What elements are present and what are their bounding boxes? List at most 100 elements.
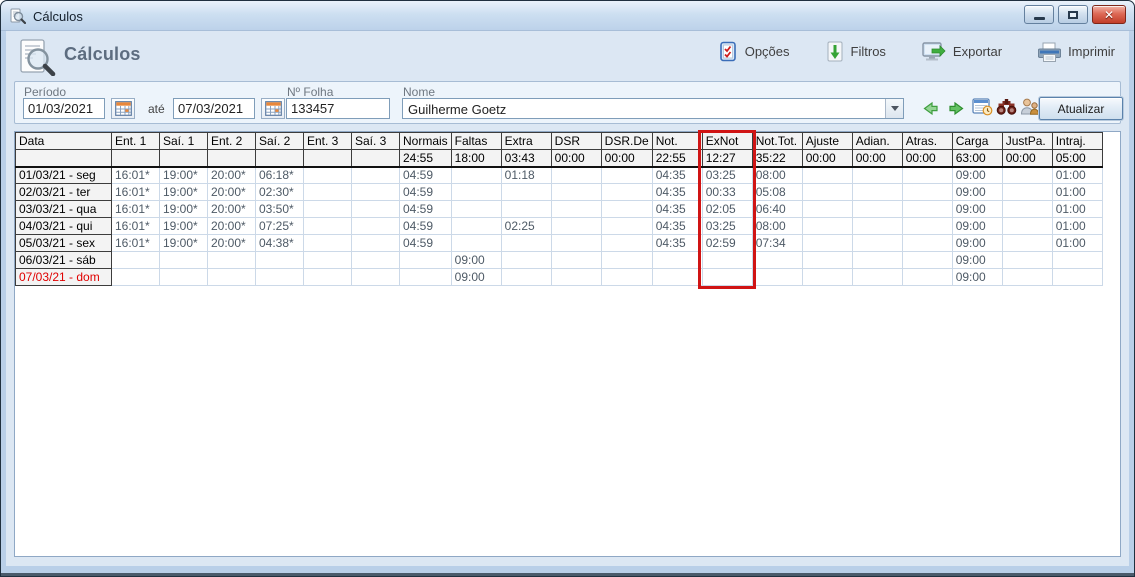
grid-cell[interactable]: 09:00 [952,269,1002,286]
grid-cell[interactable] [451,201,501,218]
minimize-button[interactable] [1024,5,1054,24]
date-to-calendar-button[interactable] [261,98,285,119]
grid-cell[interactable]: 06:40 [752,201,802,218]
grid-cell[interactable]: 08:00 [752,218,802,235]
grid-cell[interactable] [112,269,160,286]
grid-cell[interactable] [601,235,652,252]
grid-cell[interactable]: 19:00* [160,218,208,235]
grid-cell[interactable]: 03:25 [702,167,752,184]
grid-cell[interactable]: 01:00 [1052,184,1102,201]
date-cell[interactable]: 01/03/21 - seg [16,167,112,184]
grid-cell[interactable]: 08:00 [752,167,802,184]
grid-cell[interactable] [304,269,352,286]
grid-cell[interactable] [802,201,852,218]
date-cell[interactable]: 04/03/21 - qui [16,218,112,235]
grid-cell[interactable] [902,167,952,184]
date-from-calendar-button[interactable] [111,98,135,119]
grid-cell[interactable] [551,184,601,201]
grid-cell[interactable] [1002,269,1052,286]
grid-cell[interactable] [551,218,601,235]
grid-cell[interactable]: 09:00 [952,201,1002,218]
folha-input[interactable] [286,98,390,119]
grid-cell[interactable]: 19:00* [160,167,208,184]
grid-cell[interactable]: 09:00 [451,269,501,286]
grid-cell[interactable] [852,218,902,235]
grid-cell[interactable] [702,252,752,269]
grid-cell[interactable] [352,184,400,201]
grid-cell[interactable] [551,252,601,269]
grid-cell[interactable] [501,269,551,286]
grid-cell[interactable] [400,269,452,286]
grid-cell[interactable]: 09:00 [952,252,1002,269]
grid-cell[interactable]: 04:38* [256,235,304,252]
grid-cell[interactable] [352,235,400,252]
grid-cell[interactable] [802,235,852,252]
grid-cell[interactable] [1002,218,1052,235]
grid-cell[interactable]: 01:00 [1052,235,1102,252]
nome-combobox[interactable]: Guilherme Goetz [402,98,904,119]
grid-cell[interactable]: 02:30* [256,184,304,201]
grid-cell[interactable] [551,167,601,184]
grid-cell[interactable] [352,218,400,235]
grid-cell[interactable] [601,252,652,269]
grid-cell[interactable]: 16:01* [112,167,160,184]
grid-cell[interactable]: 01:18 [501,167,551,184]
grid-cell[interactable] [601,167,652,184]
grid-cell[interactable] [451,218,501,235]
filtros-button[interactable]: Filtros [826,41,886,62]
grid-cell[interactable] [852,252,902,269]
imprimir-button[interactable]: Imprimir [1038,42,1115,62]
grid-cell[interactable] [902,235,952,252]
grid-cell[interactable] [451,235,501,252]
grid-cell[interactable] [352,269,400,286]
grid-cell[interactable] [352,252,400,269]
grid-cell[interactable] [208,269,256,286]
exportar-button[interactable]: Exportar [922,41,1002,62]
grid-cell[interactable] [352,167,400,184]
grid-cell[interactable] [352,201,400,218]
grid-cell[interactable] [304,201,352,218]
grid-cell[interactable]: 19:00* [160,235,208,252]
schedule-card-button[interactable] [972,97,993,116]
grid-cell[interactable]: 20:00* [208,201,256,218]
close-button[interactable]: ✕ [1092,5,1126,24]
grid-cell[interactable] [852,269,902,286]
grid-cell[interactable] [601,269,652,286]
grid-cell[interactable]: 09:00 [451,252,501,269]
grid-cell[interactable] [752,269,802,286]
date-cell[interactable]: 03/03/21 - qua [16,201,112,218]
grid-cell[interactable]: 20:00* [208,167,256,184]
users-button[interactable] [1019,97,1041,116]
grid-cell[interactable]: 04:35 [652,218,702,235]
grid-cell[interactable] [304,235,352,252]
grid-cell[interactable] [852,201,902,218]
date-from-input[interactable] [23,98,105,119]
grid-cell[interactable] [802,218,852,235]
grid-cell[interactable]: 07:25* [256,218,304,235]
grid-cell[interactable] [902,184,952,201]
grid-cell[interactable] [802,167,852,184]
grid-cell[interactable]: 09:00 [952,235,1002,252]
grid-cell[interactable]: 16:01* [112,218,160,235]
grid-cell[interactable] [451,167,501,184]
grid-cell[interactable] [256,252,304,269]
grid-cell[interactable] [1002,184,1052,201]
grid-cell[interactable]: 20:00* [208,235,256,252]
grid-cell[interactable] [551,201,601,218]
grid-cell[interactable]: 09:00 [952,184,1002,201]
grid-cell[interactable]: 04:59 [400,184,452,201]
grid-cell[interactable] [304,184,352,201]
grid-cell[interactable]: 04:35 [652,167,702,184]
grid-cell[interactable] [256,269,304,286]
previous-button[interactable] [922,101,939,116]
grid-cell[interactable] [652,252,702,269]
grid-cell[interactable]: 05:08 [752,184,802,201]
grid-cell[interactable] [1002,235,1052,252]
grid-cell[interactable] [451,184,501,201]
grid-cell[interactable] [304,252,352,269]
grid-cell[interactable]: 01:00 [1052,201,1102,218]
grid-cell[interactable] [160,252,208,269]
grid-cell[interactable] [501,235,551,252]
grid-cell[interactable] [1002,201,1052,218]
grid-cell[interactable] [601,201,652,218]
